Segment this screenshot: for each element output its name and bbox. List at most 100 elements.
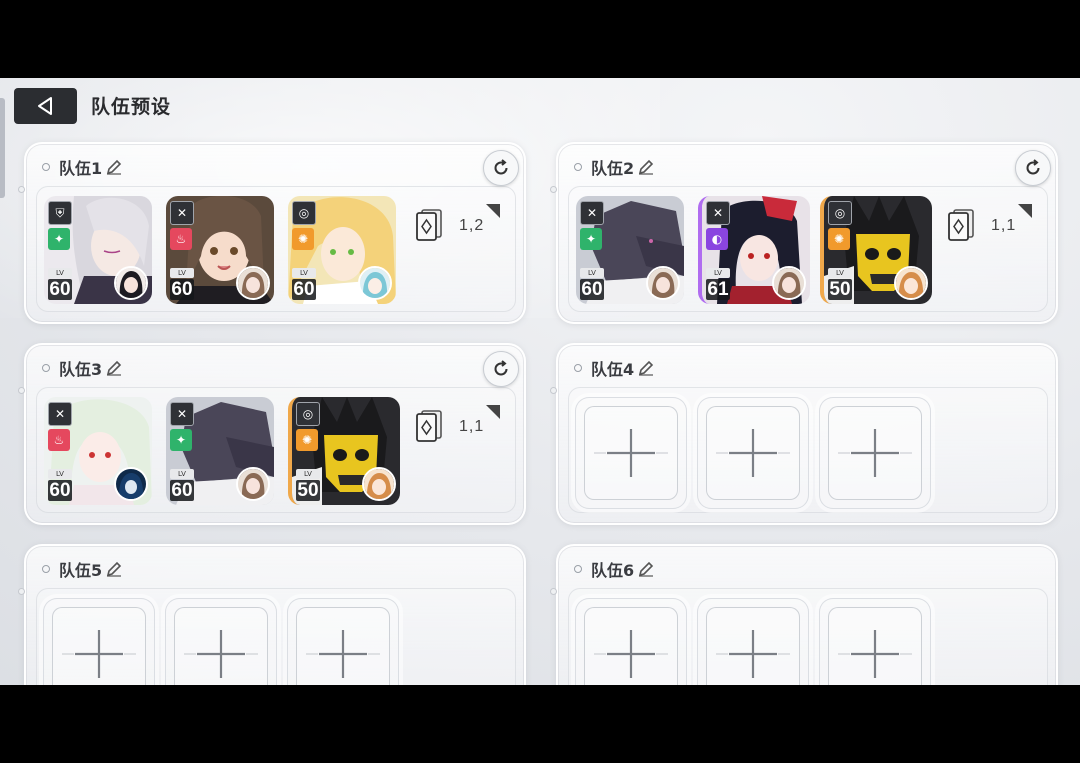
- fire-element-icon: ♨: [48, 429, 70, 451]
- team-header: 队伍2: [574, 155, 654, 179]
- team-preset-screen: 队伍预设 队伍1 ⛨ ✦ LV 60 ✕ ♨ LV 60 ◎ ✺ LV 60 1…: [0, 78, 1080, 685]
- badge-stack: ✕ ✦: [580, 201, 604, 250]
- character-card[interactable]: ◎ ✺ LV 50: [288, 397, 400, 505]
- add-plus-icon: [594, 429, 668, 477]
- back-arrow-icon: [37, 97, 52, 115]
- empty-slot[interactable]: [819, 598, 931, 685]
- team-name: 队伍4: [591, 360, 635, 379]
- badge-stack: ◎ ✺: [292, 201, 316, 250]
- bullet-icon: [574, 364, 582, 372]
- add-plus-icon: [62, 630, 136, 678]
- partner-avatar: [358, 266, 392, 300]
- level-label: LV: [48, 268, 72, 278]
- reset-team-button[interactable]: [483, 150, 519, 186]
- level-value: 50: [296, 480, 320, 501]
- team-panel-1[interactable]: 队伍1 ⛨ ✦ LV 60 ✕ ♨ LV 60 ◎ ✺ LV 60 1,2: [18, 142, 526, 324]
- empty-slot[interactable]: [697, 397, 809, 509]
- team-panel-5[interactable]: 队伍5: [18, 544, 526, 685]
- refresh-icon: [494, 360, 508, 376]
- team-panel-4[interactable]: 队伍4: [550, 343, 1058, 525]
- badge-stack: ✕ ♨: [48, 402, 72, 451]
- character-card[interactable]: ✕ ✦ LV 60: [576, 196, 684, 304]
- level-indicator: LV 60: [170, 268, 194, 300]
- edit-pencil-icon[interactable]: [638, 360, 654, 376]
- striker-class-icon: ✕: [580, 201, 604, 225]
- badge-stack: ◎ ✺: [296, 402, 320, 451]
- bullet-icon: [42, 364, 50, 372]
- deck-count: 1,1: [459, 418, 485, 435]
- edit-pencil-icon[interactable]: [638, 561, 654, 577]
- badge-stack: ✕ ✦: [170, 402, 194, 451]
- support-class-icon: ◎: [292, 201, 316, 225]
- reset-team-button[interactable]: [483, 351, 519, 387]
- team-panel-2[interactable]: 队伍2 ✕ ✦ LV 60 ✕ ◐ LV 61 ◎ ✺ LV 50 1,1: [550, 142, 1058, 324]
- empty-slot[interactable]: [575, 598, 687, 685]
- deck-corner-icon: [486, 405, 500, 419]
- team-header: 队伍1: [42, 155, 122, 179]
- empty-slot[interactable]: [165, 598, 277, 685]
- character-card[interactable]: ✕ ◐ LV 61: [698, 196, 810, 304]
- level-value: 60: [48, 480, 72, 501]
- character-card[interactable]: ◎ ✺ LV 60: [288, 196, 396, 304]
- character-card[interactable]: ✕ ♨ LV 60: [166, 196, 274, 304]
- edit-pencil-icon[interactable]: [106, 561, 122, 577]
- bullet-icon: [42, 565, 50, 573]
- deck-corner-icon: [486, 204, 500, 218]
- level-indicator: LV 61: [706, 268, 730, 300]
- character-card[interactable]: ⛨ ✦ LV 60: [44, 196, 152, 304]
- page-title: 队伍预设: [91, 96, 172, 118]
- add-plus-icon: [306, 630, 380, 678]
- team-name: 队伍5: [59, 561, 103, 580]
- physical-element-icon: ✦: [48, 228, 70, 250]
- panel-marker: [18, 387, 25, 394]
- level-value: 60: [170, 480, 194, 501]
- support-class-icon: ◎: [296, 402, 320, 426]
- level-value: 50: [828, 279, 852, 300]
- level-value: 60: [580, 279, 604, 300]
- panel-marker: [18, 186, 25, 193]
- level-value: 60: [170, 279, 194, 300]
- level-label: LV: [170, 268, 194, 278]
- add-plus-icon: [184, 630, 258, 678]
- edit-pencil-icon[interactable]: [638, 159, 654, 175]
- empty-slot[interactable]: [287, 598, 399, 685]
- empty-slot[interactable]: [43, 598, 155, 685]
- panel-marker: [550, 186, 557, 193]
- empty-slot[interactable]: [819, 397, 931, 509]
- support-class-icon: ◎: [828, 201, 852, 225]
- deck-count: 1,1: [991, 217, 1017, 234]
- team-panel-6[interactable]: 队伍6: [550, 544, 1058, 685]
- level-label: LV: [828, 268, 852, 278]
- partner-avatar: [772, 266, 806, 300]
- level-indicator: LV 50: [296, 469, 320, 501]
- reset-team-button[interactable]: [1015, 150, 1051, 186]
- deck-corner-icon: [1018, 204, 1032, 218]
- team-panel-3[interactable]: 队伍3 ✕ ♨ LV 60 ✕ ✦ LV 60 ◎ ✺ LV 50 1,1: [18, 343, 526, 525]
- badge-stack: ⛨ ✦: [48, 201, 72, 250]
- partner-avatar: [236, 467, 270, 501]
- add-plus-icon: [594, 630, 668, 678]
- card-deck-icon[interactable]: [948, 209, 974, 241]
- team-header: 队伍3: [42, 356, 122, 380]
- bullet-icon: [42, 163, 50, 171]
- empty-slot[interactable]: [575, 397, 687, 509]
- character-card[interactable]: ◎ ✺ LV 50: [820, 196, 932, 304]
- add-plus-icon: [838, 630, 912, 678]
- physical-element-icon: ✦: [580, 228, 602, 250]
- back-button[interactable]: [14, 88, 77, 124]
- card-deck-icon[interactable]: [416, 209, 442, 241]
- refresh-icon: [494, 159, 508, 175]
- partner-avatar: [646, 266, 680, 300]
- deck-count: 1,2: [459, 217, 485, 234]
- level-label: LV: [170, 469, 194, 479]
- bullet-icon: [574, 565, 582, 573]
- character-card[interactable]: ✕ ♨ LV 60: [44, 397, 152, 505]
- character-card[interactable]: ✕ ✦ LV 60: [166, 397, 274, 505]
- empty-slot[interactable]: [697, 598, 809, 685]
- card-deck-icon[interactable]: [416, 410, 442, 442]
- edit-pencil-icon[interactable]: [106, 360, 122, 376]
- badge-stack: ✕ ♨: [170, 201, 194, 250]
- add-plus-icon: [716, 429, 790, 477]
- defender-class-icon: ⛨: [48, 201, 72, 225]
- edit-pencil-icon[interactable]: [106, 159, 122, 175]
